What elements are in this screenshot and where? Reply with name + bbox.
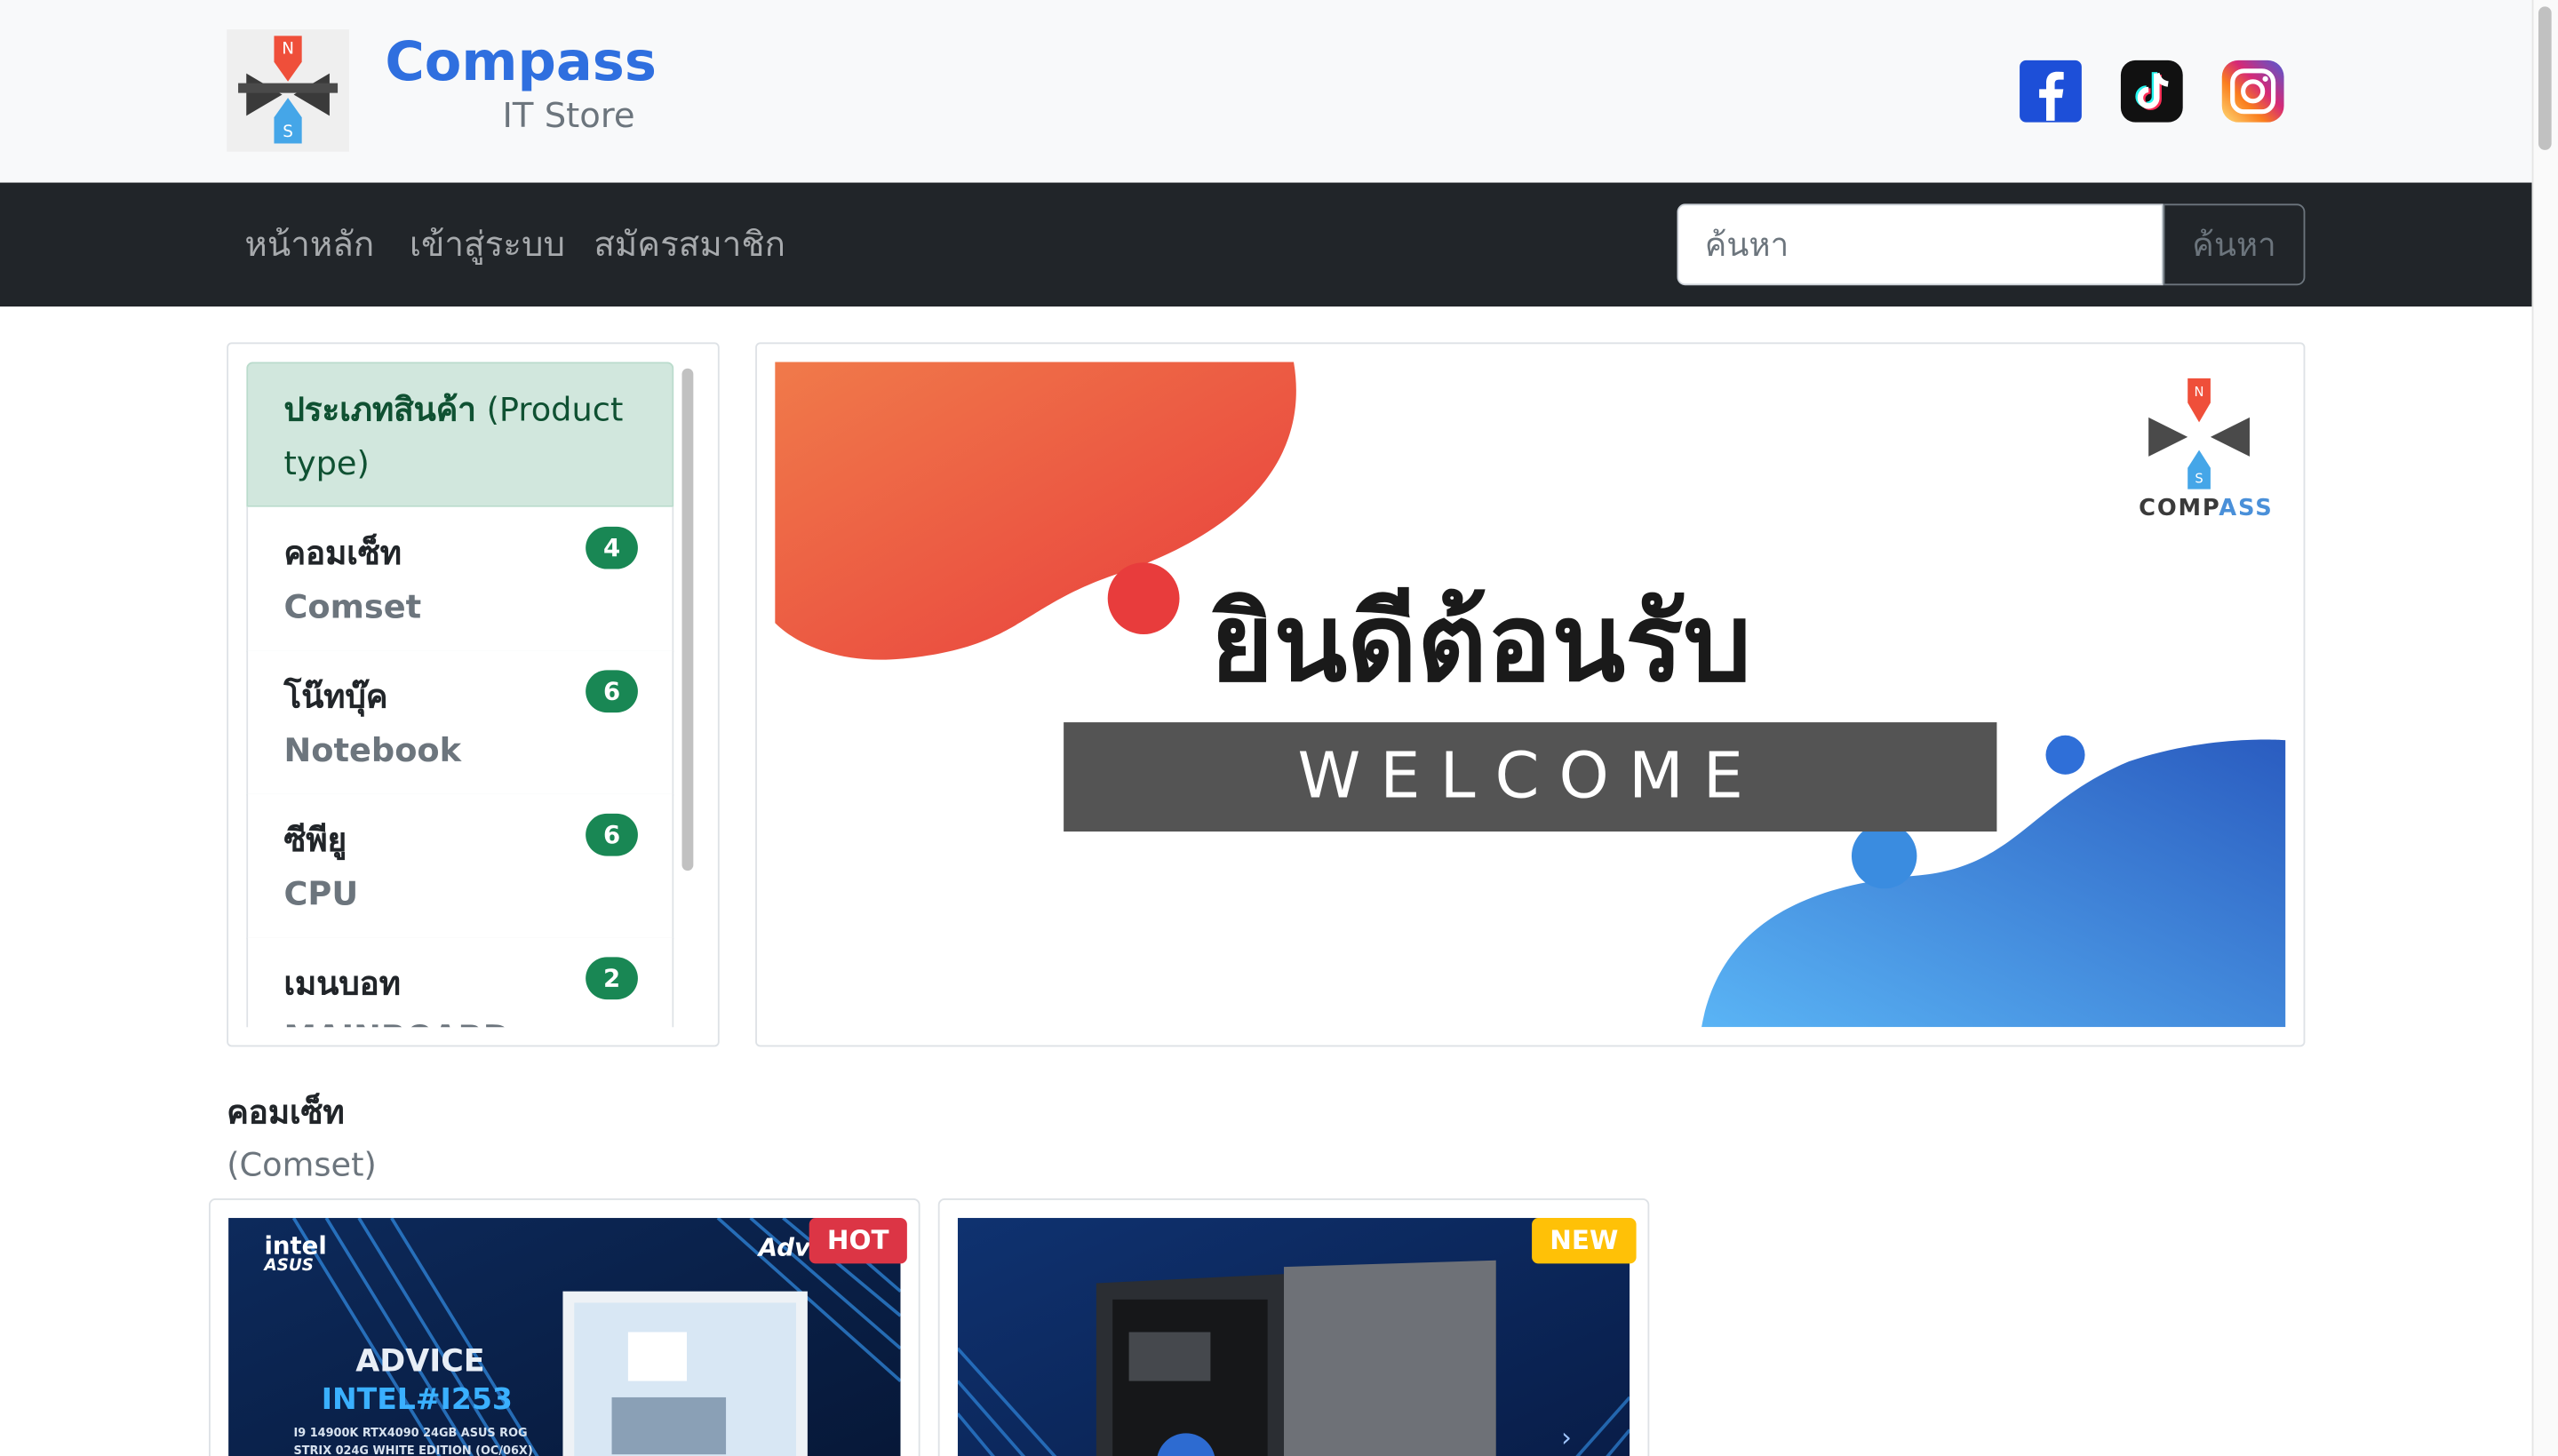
product-card[interactable]: › ‹ intel ASUS Adv ADVICE INTEL#I253 I9 …	[209, 1198, 920, 1456]
product-image-title: ADVICE	[355, 1343, 485, 1380]
section-title-th: คอมเซ็ท	[227, 1092, 345, 1132]
category-count-badge: 6	[586, 813, 638, 856]
category-count-badge: 4	[586, 526, 638, 569]
svg-text:N: N	[2195, 385, 2204, 400]
new-badge: NEW	[1532, 1218, 1637, 1264]
page-scrollbar-thumb[interactable]	[2538, 6, 2552, 150]
brand-subtitle: IT Store	[502, 96, 635, 136]
nav-register-link[interactable]: สมัครสมาชิก	[594, 220, 785, 269]
category-list[interactable]: ประเภทสินค้า (Product type) คอมเซ็ท Coms…	[246, 362, 674, 1028]
category-label-th: โน๊ทบุ๊ค	[283, 676, 388, 716]
hot-badge: HOT	[809, 1218, 907, 1264]
svg-text:N: N	[282, 40, 294, 59]
category-item-notebook[interactable]: โน๊ทบุ๊ค Notebook 6	[246, 650, 674, 796]
category-label-th: เมนบอท	[283, 963, 401, 1003]
intel-logo: intel	[264, 1230, 327, 1261]
nav-home-link[interactable]: หน้าหลัก	[244, 220, 374, 269]
sidebar-scrollbar-thumb[interactable]	[681, 368, 694, 871]
category-count-badge: 2	[586, 957, 638, 1000]
welcome-title-th: ยินดีต้อนรับ	[1210, 580, 1752, 706]
asus-logo: ASUS	[264, 1257, 315, 1276]
category-label-th: คอมเซ็ท	[283, 533, 402, 573]
product-image-spec: I9 14900K RTX4090 24GB ASUS ROG	[293, 1426, 528, 1440]
svg-text:S: S	[2195, 471, 2203, 486]
product-image-corner-text: Adv	[758, 1232, 810, 1262]
category-label-en: CPU	[283, 873, 359, 913]
banner-logo-text: COMPASS	[2139, 495, 2274, 522]
category-label-en: Comset	[283, 586, 422, 626]
category-count-badge: 6	[586, 670, 638, 713]
category-item-mainboard[interactable]: เมนบอท MAINBOARD 2	[246, 937, 674, 1028]
nav-login-link[interactable]: เข้าสู่ระบบ	[410, 220, 565, 269]
svg-text:›: ›	[1561, 1422, 1572, 1452]
category-label-th: ซีพียู	[283, 820, 347, 860]
category-label-en: Notebook	[283, 730, 462, 770]
page-scrollbar[interactable]	[2531, 0, 2558, 1456]
category-item-cpu[interactable]: ซีพียู CPU 6	[246, 793, 674, 940]
product-image-spec: STRIX 024G WHITE EDITION (OC/06X)	[293, 1444, 533, 1456]
facebook-icon[interactable]	[2018, 59, 2083, 123]
category-header: ประเภทสินค้า (Product type)	[246, 362, 674, 507]
product-image[interactable]: ›	[957, 1218, 1630, 1456]
compass-logo[interactable]: N S	[227, 29, 349, 152]
page: N S Compass IT Store หน้าหลัก เข้าสู่ระบ…	[0, 0, 2558, 1456]
category-item-comset[interactable]: คอมเซ็ท Comset 4	[246, 506, 674, 653]
search-button[interactable]: ค้นหา	[2163, 203, 2306, 286]
section-title-en: (Comset)	[227, 1144, 377, 1184]
category-header-th: ประเภทสินค้า	[283, 389, 476, 429]
product-card[interactable]: › NEW	[937, 1198, 1650, 1456]
product-image[interactable]: › ‹ intel ASUS Adv ADVICE INTEL#I253 I9 …	[228, 1218, 901, 1456]
product-image-model: INTEL#I253	[321, 1382, 513, 1417]
welcome-title-en: WELCOME	[1297, 740, 1764, 814]
instagram-icon[interactable]	[2220, 59, 2285, 123]
svg-text:S: S	[283, 123, 293, 141]
search-input[interactable]	[1677, 203, 2164, 286]
welcome-banner: N S ยินดีต้อนรับ WELCOME COMPASS	[775, 362, 2286, 1028]
brand-name[interactable]: Compass	[385, 29, 657, 94]
category-label-en: MAINBOARD	[283, 1011, 636, 1027]
tiktok-icon[interactable]	[2119, 59, 2184, 123]
